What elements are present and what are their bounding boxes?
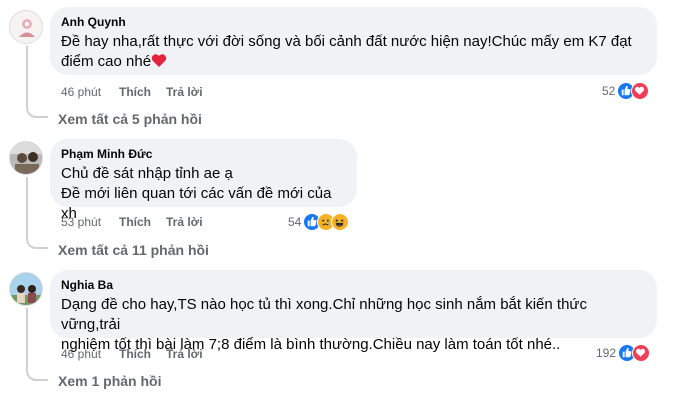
reply-connector-line xyxy=(26,177,48,249)
comment-bubble: Anh Quynh Đề hay nha,rất thực với đời số… xyxy=(50,7,657,75)
comment-actions: 46 phút Thích Trả lời xyxy=(61,346,203,362)
comment-author[interactable]: Phạm Minh Đức xyxy=(61,146,346,162)
avatar[interactable] xyxy=(9,272,43,306)
reaction-summary[interactable]: 52 xyxy=(602,81,650,101)
comment-bubble: Phạm Minh Đức Chủ đề sát nhập tỉnh ae ạ … xyxy=(50,139,357,222)
reaction-summary[interactable]: 192 xyxy=(596,343,651,363)
comment-author[interactable]: Nghia Ba xyxy=(61,277,646,293)
view-replies-link[interactable]: Xem tất cả 11 phản hồi xyxy=(58,241,209,259)
love-icon xyxy=(631,82,650,100)
avatar[interactable] xyxy=(9,141,43,175)
comment-text-line: Đề hay nha,rất thực với đời sống và bối … xyxy=(61,33,632,50)
comment-text-line: điểm cao nhé xyxy=(61,53,152,70)
heart-emoji-icon xyxy=(151,53,167,74)
comment-timestamp[interactable]: 46 phút xyxy=(61,85,119,99)
like-button[interactable]: Thích xyxy=(119,85,166,99)
reaction-count: 54 xyxy=(288,215,302,229)
reply-button[interactable]: Trả lời xyxy=(166,347,203,361)
reaction-count: 192 xyxy=(596,346,617,360)
reply-connector-line xyxy=(26,308,48,381)
avatar[interactable] xyxy=(9,10,43,44)
comment-text-line: Chủ đề sát nhập tỉnh ae ạ xyxy=(61,165,233,182)
comment-text-line-wrap: điểm cao nhé xyxy=(61,52,646,74)
view-replies-link[interactable]: Xem tất cả 5 phản hồi xyxy=(58,110,202,128)
comment-bubble: Nghia Ba Dạng đề cho hay,TS nào học tủ t… xyxy=(50,270,657,353)
like-button[interactable]: Thích xyxy=(119,347,166,361)
reply-connector-line xyxy=(26,46,48,118)
reaction-summary[interactable]: 54 xyxy=(288,212,350,232)
comment-timestamp[interactable]: 46 phút xyxy=(61,347,119,361)
comment-author[interactable]: Anh Quynh xyxy=(61,14,646,30)
love-icon xyxy=(632,344,651,362)
reaction-count: 52 xyxy=(602,84,616,98)
reply-button[interactable]: Trả lời xyxy=(166,85,203,99)
comment-actions: 46 phút Thích Trả lời xyxy=(61,84,203,100)
comment-text-line: Dạng đề cho hay,TS nào học tủ thì xong.C… xyxy=(61,296,587,333)
reply-button[interactable]: Trả lời xyxy=(166,215,203,229)
like-button[interactable]: Thích xyxy=(119,215,166,229)
comment-actions: 53 phút Thích Trả lời xyxy=(61,214,203,230)
haha-icon xyxy=(331,213,350,231)
comment-timestamp[interactable]: 53 phút xyxy=(61,215,119,229)
view-replies-link[interactable]: Xem 1 phản hồi xyxy=(58,372,161,390)
